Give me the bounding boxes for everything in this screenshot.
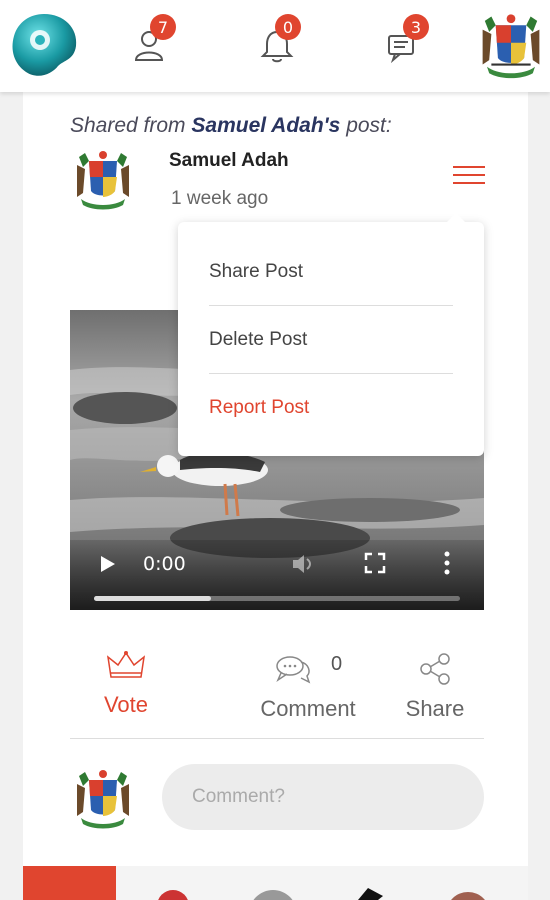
comment-label: Comment xyxy=(260,696,356,721)
play-icon[interactable] xyxy=(98,554,118,574)
share-icon xyxy=(420,653,450,685)
shared-from-line: Shared from Samuel Adah's post: xyxy=(70,114,392,138)
comment-button[interactable]: Comment xyxy=(251,652,365,722)
profile-avatar[interactable] xyxy=(476,10,546,82)
vote-button[interactable]: Vote xyxy=(93,649,159,718)
video-progress-fill xyxy=(94,596,212,601)
comment-input[interactable] xyxy=(162,764,484,830)
more-options-icon[interactable] xyxy=(442,550,452,576)
vote-label: Vote xyxy=(103,692,149,717)
menu-item-share-post[interactable]: Share Post xyxy=(209,238,453,306)
hamburger-icon xyxy=(453,166,485,168)
coat-of-arms-icon xyxy=(77,770,129,829)
shared-prefix: Shared from xyxy=(70,114,186,137)
share-label: Share xyxy=(405,696,465,721)
post-timestamp: 1 week ago xyxy=(171,188,269,209)
menu-item-delete-post[interactable]: Delete Post xyxy=(209,306,453,374)
notifications-badge: 0 xyxy=(275,14,301,40)
coat-of-arms-icon xyxy=(77,151,129,210)
coat-of-arms-icon xyxy=(482,14,540,79)
volume-icon[interactable] xyxy=(290,552,316,576)
shared-author-link[interactable]: Samuel Adah's xyxy=(191,114,340,137)
menu-item-report-post[interactable]: Report Post xyxy=(209,374,453,442)
messages-badge: 3 xyxy=(403,14,429,40)
share-button[interactable]: Share xyxy=(403,652,467,722)
post-options-menu: Share Post Delete Post Report Post xyxy=(178,213,484,456)
commenter-avatar xyxy=(71,766,135,832)
next-post-preview xyxy=(23,866,528,900)
shared-suffix: post: xyxy=(346,114,392,137)
author-avatar[interactable] xyxy=(71,147,135,213)
fullscreen-icon[interactable] xyxy=(364,552,386,574)
author-name[interactable]: Samuel Adah xyxy=(169,150,289,172)
hamburger-icon-line xyxy=(453,174,485,176)
friend-requests-badge: 7 xyxy=(150,14,176,40)
actions-divider xyxy=(70,738,484,739)
next-post-avatars xyxy=(158,888,485,900)
crown-icon xyxy=(106,651,146,678)
comment-icon xyxy=(276,656,311,684)
video-time: 0:00 xyxy=(143,553,186,575)
hamburger-icon-line xyxy=(453,182,485,184)
top-bar: 7 0 3 xyxy=(0,0,550,92)
friend-requests-button[interactable]: 7 xyxy=(132,14,176,66)
messages-button[interactable]: 3 xyxy=(385,14,429,66)
video-controls: 0:00 xyxy=(70,540,484,610)
notifications-button[interactable]: 0 xyxy=(257,14,301,66)
app-logo-icon[interactable] xyxy=(8,10,80,82)
post-menu-button[interactable] xyxy=(453,166,485,188)
comment-count: 0 xyxy=(331,653,343,675)
video-progress-bar[interactable] xyxy=(94,596,460,601)
